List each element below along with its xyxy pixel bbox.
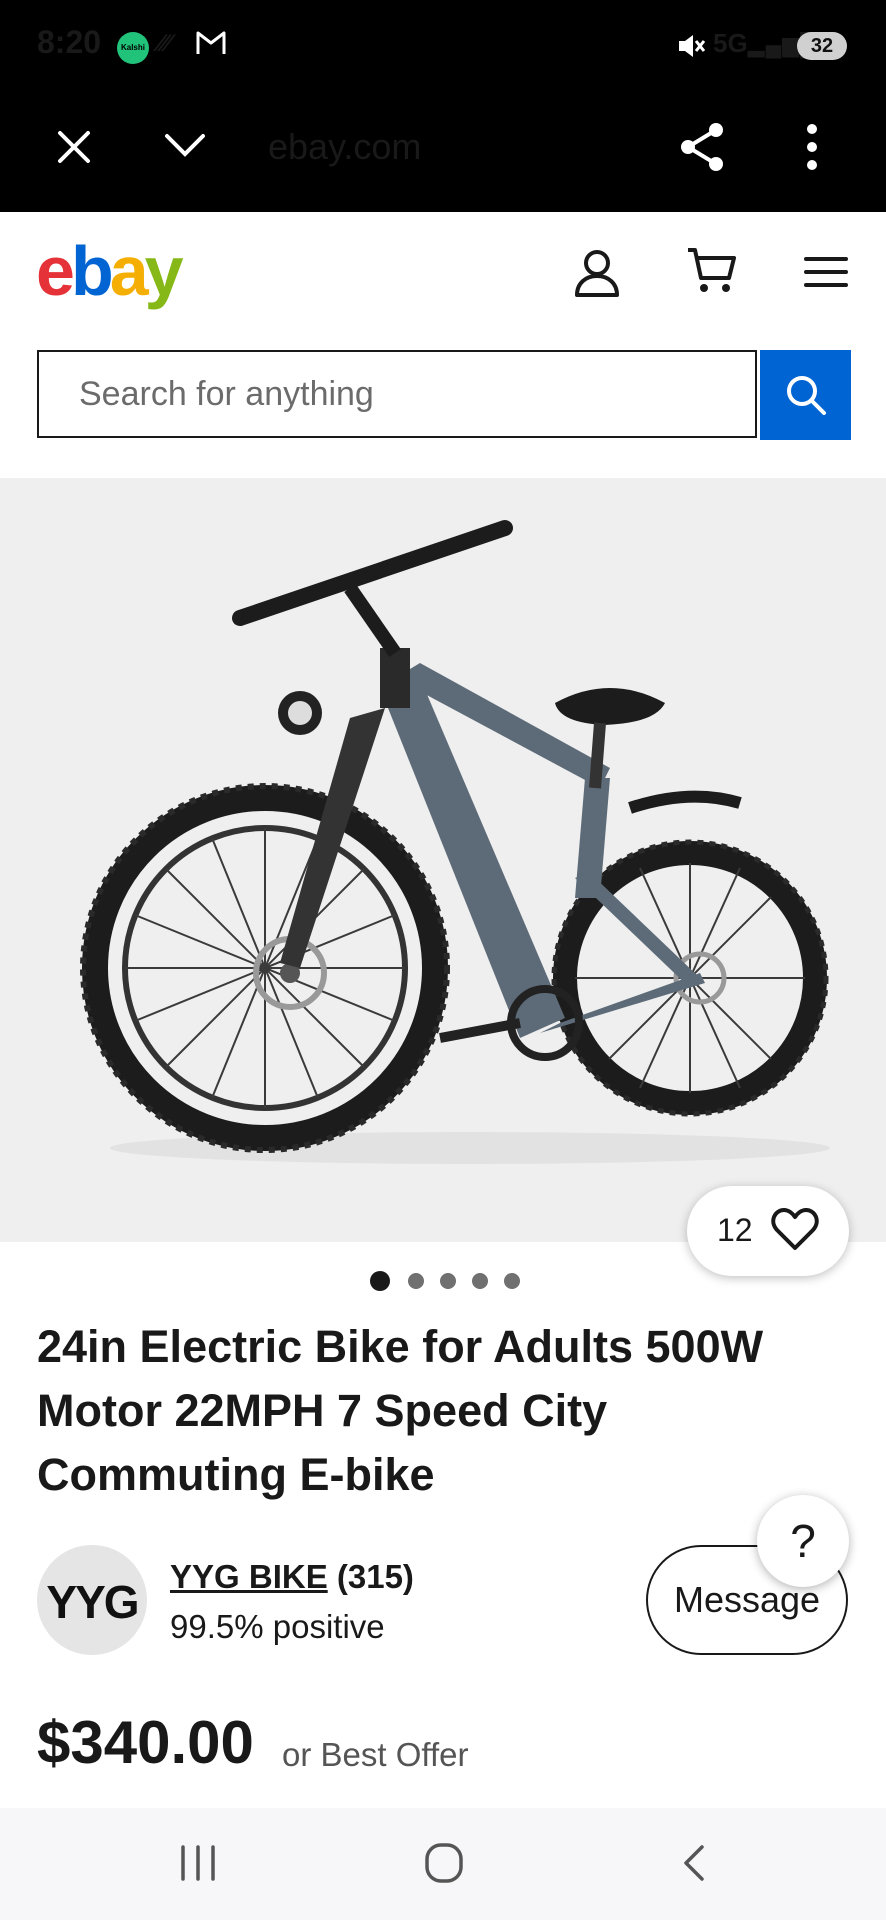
pagination-dot[interactable] — [440, 1273, 456, 1289]
url-bar[interactable]: ebay.com — [268, 126, 421, 168]
ebay-logo[interactable]: ebay — [36, 226, 184, 316]
seller-name-link[interactable]: YYG BIKE — [170, 1558, 328, 1595]
watch-button[interactable]: 12 — [687, 1186, 849, 1276]
help-button[interactable]: ? — [757, 1495, 849, 1587]
logo-b: b — [70, 232, 114, 310]
heart-icon — [771, 1208, 819, 1250]
seller-info: YYG BIKE (315) — [170, 1558, 414, 1596]
product-title: 24in Electric Bike for Adults 500W Motor… — [37, 1321, 764, 1500]
recent-apps-icon[interactable] — [178, 1843, 218, 1888]
avatar-text: YYG — [46, 1576, 139, 1628]
status-time: 8:20 — [37, 24, 102, 60]
watch-count: 12 — [717, 1212, 753, 1248]
seller-avatar[interactable]: YYG — [37, 1545, 147, 1655]
seller-feedback: 99.5% positive — [170, 1608, 385, 1645]
close-icon[interactable] — [52, 125, 96, 174]
pagination-dot[interactable] — [408, 1273, 424, 1289]
pagination-dot-active[interactable] — [370, 1271, 390, 1291]
search-icon — [787, 376, 826, 415]
pagination-dot[interactable] — [504, 1273, 520, 1289]
search-button[interactable] — [760, 350, 851, 440]
kalshi-icon: Kalshi — [117, 32, 149, 64]
pagination-dot[interactable] — [472, 1273, 488, 1289]
front-wheel — [80, 783, 450, 1153]
back-icon[interactable] — [680, 1843, 708, 1888]
search-input[interactable] — [39, 352, 719, 436]
more-vert-icon[interactable] — [802, 122, 822, 177]
logo-a: a — [109, 232, 149, 310]
home-icon[interactable] — [424, 1841, 464, 1890]
network-label: 5G — [713, 28, 748, 58]
gmail-icon — [196, 30, 226, 61]
seller-feedback-count: (315) — [327, 1558, 414, 1595]
best-offer-label: or Best Offer — [282, 1736, 469, 1773]
product-price: $340.00 — [37, 1709, 254, 1776]
share-icon[interactable] — [678, 122, 726, 177]
account-icon[interactable] — [574, 248, 620, 303]
bike-illustration — [80, 520, 830, 1164]
menu-icon[interactable] — [804, 256, 848, 293]
battery-icon: 32 — [797, 32, 847, 60]
signal-slash-icon: ⁄⁄⁄ — [158, 30, 171, 57]
cart-icon[interactable] — [686, 244, 738, 301]
product-image[interactable] — [0, 478, 886, 1242]
browser-toolbar — [0, 92, 886, 212]
mute-icon — [676, 32, 706, 65]
logo-e: e — [36, 232, 75, 310]
logo-y: y — [144, 232, 184, 310]
chevron-down-icon[interactable] — [163, 128, 207, 169]
search-box — [37, 350, 757, 438]
